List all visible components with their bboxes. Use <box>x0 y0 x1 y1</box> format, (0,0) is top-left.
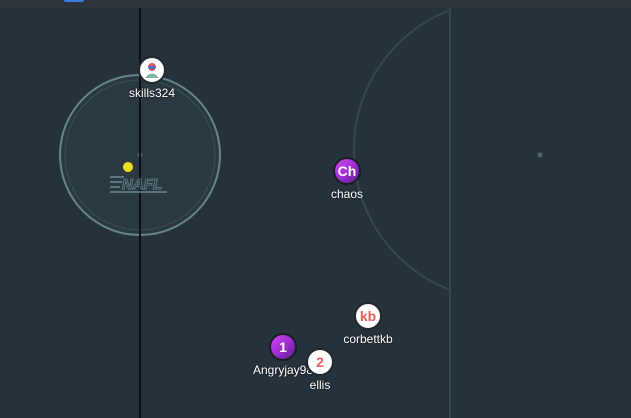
player-avatar[interactable]: Ch <box>333 157 361 185</box>
player-skills324[interactable]: skills324 <box>92 56 212 100</box>
top-bar <box>0 0 631 8</box>
player-chaos[interactable]: Ch chaos <box>287 157 407 201</box>
svg-text:NAFL: NAFL <box>122 176 162 193</box>
player-ellis[interactable]: 2 ellis <box>260 348 380 392</box>
player-name: ellis <box>309 378 331 392</box>
ball[interactable] <box>122 161 134 173</box>
player-avatar[interactable]: 2 <box>306 348 334 376</box>
right-goal-arc <box>352 9 451 291</box>
browser-tab-indicator <box>64 0 84 2</box>
right-dot <box>537 152 543 158</box>
player-avatar[interactable] <box>138 56 166 84</box>
player-name: chaos <box>330 187 364 201</box>
player-avatar[interactable]: kb <box>354 302 382 330</box>
person-icon <box>145 63 159 78</box>
player-name: skills324 <box>128 86 176 100</box>
